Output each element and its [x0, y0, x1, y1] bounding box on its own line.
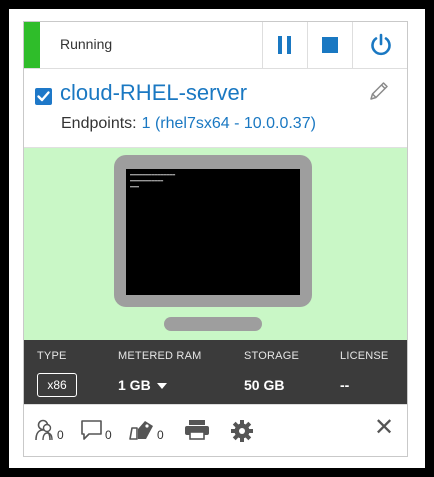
vm-header: cloud-RHEL-server Endpoints: 1 (rhel7sx64… [24, 69, 407, 147]
console-screen[interactable]: ▬▬▬▬▬▬▬▬▬▬▬▬▬▬▬ ▬▬▬▬▬▬▬▬▬▬▬ ▬▬▬ [126, 169, 300, 295]
endpoints-row: Endpoints: 1 (rhel7sx64 - 10.0.0.37) [61, 115, 316, 133]
users-button[interactable]: 0 [34, 419, 64, 441]
ram-dropdown[interactable]: 1 GB [118, 377, 167, 393]
tags-count: 0 [157, 428, 164, 442]
status-indicator [24, 22, 40, 68]
pencil-icon [370, 82, 388, 100]
console-button[interactable] [184, 419, 210, 441]
ram-label: METERED RAM [118, 350, 202, 362]
printer-icon [185, 420, 209, 440]
console-preview[interactable]: ▬▬▬▬▬▬▬▬▬▬▬▬▬▬▬ ▬▬▬▬▬▬▬▬▬▬▬ ▬▬▬ [24, 147, 407, 340]
storage-label: STORAGE [244, 350, 299, 362]
stop-icon [322, 37, 338, 53]
vm-card: Running cloud-RHEL-server Endpoints: 1 (… [23, 21, 408, 457]
endpoints-link[interactable]: 1 (rhel7sx64 - 10.0.0.37) [142, 115, 316, 132]
comments-button[interactable]: 0 [80, 419, 112, 441]
action-bar: 0 0 0 ✕ [24, 404, 407, 456]
power-icon [370, 33, 391, 56]
comment-icon [81, 420, 102, 440]
status-text: Running [60, 36, 113, 52]
caret-down-icon [156, 383, 167, 390]
ram-value: 1 GB [118, 377, 151, 393]
license-label: LICENSE [340, 350, 389, 362]
close-icon[interactable]: ✕ [374, 416, 394, 440]
status-bar: Running [24, 22, 407, 69]
stop-button[interactable] [307, 22, 352, 68]
type-label: TYPE [37, 350, 67, 362]
storage-value: 50 GB [244, 377, 285, 393]
users-count: 0 [57, 428, 64, 442]
specs-bar: TYPE x86 METERED RAM 1 GB STORAGE 50 GB … [24, 340, 407, 404]
checkmark-icon [37, 91, 50, 102]
pause-icon [278, 36, 291, 54]
select-checkbox[interactable] [35, 88, 52, 105]
comments-count: 0 [105, 428, 112, 442]
vm-name[interactable]: cloud-RHEL-server [60, 80, 247, 106]
gear-icon [231, 420, 253, 442]
console-text: ▬▬▬▬▬▬▬▬▬▬▬▬▬▬▬ ▬▬▬▬▬▬▬▬▬▬▬ ▬▬▬ [130, 172, 176, 190]
type-badge: x86 [37, 373, 77, 397]
power-button[interactable] [352, 22, 407, 68]
edit-button[interactable] [367, 79, 391, 108]
users-icon [35, 419, 53, 441]
screenshot-frame: Running cloud-RHEL-server Endpoints: 1 (… [9, 9, 425, 468]
pause-button[interactable] [262, 22, 307, 68]
settings-button[interactable] [230, 419, 254, 443]
tags-button[interactable]: 0 [128, 419, 164, 441]
tag-icon [129, 421, 153, 440]
monitor-stand [164, 317, 262, 331]
license-value: -- [340, 377, 350, 393]
endpoints-label: Endpoints: [61, 115, 137, 132]
